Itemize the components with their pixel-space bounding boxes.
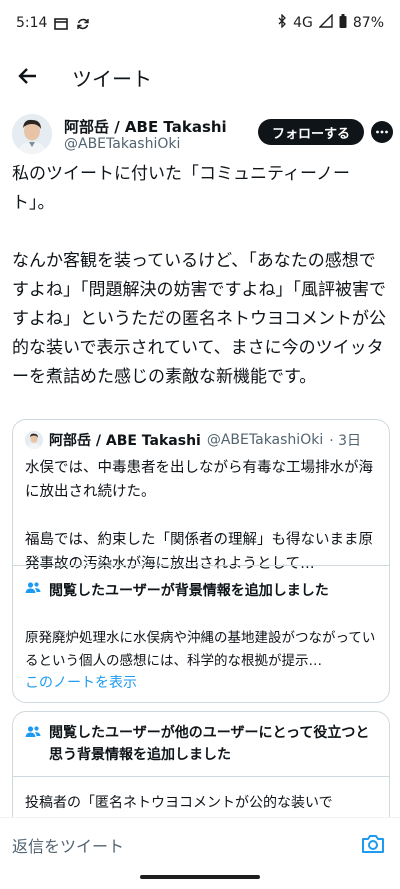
bluetooth-icon — [277, 13, 287, 32]
page-title: ツイート — [72, 67, 152, 91]
reply-bar: 返信をツイート — [0, 817, 400, 870]
system-nav-bar — [0, 869, 400, 889]
show-note-link[interactable]: このノートを表示 — [25, 672, 137, 692]
quoted-time: · 3日 — [329, 433, 362, 449]
network-label: 4G — [293, 15, 313, 31]
quoted-avatar — [25, 431, 43, 449]
author-handle[interactable]: @ABETakashiOki — [64, 136, 180, 152]
battery-icon — [339, 14, 347, 32]
status-time: 5:14 — [16, 15, 48, 31]
community-note-heading-text: 閲覧したユーザーが背景情報を追加しました — [49, 583, 329, 599]
quoted-tweet-header: 阿部岳 / ABE Takashi @ABETakashiOki · 3日 — [25, 430, 361, 450]
people-icon — [25, 724, 41, 766]
community-note[interactable]: 閲覧したユーザーが背景情報を追加しました 原発廃炉処理水に水俣病や沖縄の基地建設… — [13, 565, 389, 702]
home-gesture-handle[interactable] — [140, 875, 260, 879]
quoted-tweet-text: 水俣では、中毒患者を出しながら有毒な工場排水が海に放出され続けた。 福島では、約… — [25, 460, 373, 572]
quoted-author-handle: @ABETakashiOki — [206, 432, 324, 448]
community-note-card-header: 閲覧したユーザーが他のユーザーにとって役立つと思う背景情報を追加しました — [13, 712, 389, 777]
quoted-author-name: 阿部岳 / ABE Takashi — [49, 433, 201, 449]
status-bar: 5:14 4G 87% — [0, 0, 400, 48]
more-icon[interactable] — [370, 120, 394, 144]
gallery-icon — [54, 16, 68, 35]
back-arrow-icon[interactable] — [14, 62, 42, 90]
signal-icon — [318, 13, 333, 32]
sync-icon — [76, 16, 90, 35]
people-icon — [25, 581, 41, 599]
community-note-card-body: 投稿者の「匿名ネトウヨコメントが公的な装いで — [25, 795, 333, 811]
community-note-body: 原発廃炉処理水に水俣病や沖縄の基地建設がつながっているという個人の感想には、科学… — [25, 630, 376, 669]
reply-input[interactable]: 返信をツイート — [12, 833, 124, 857]
tweet-author: 阿部岳 / ABE Takashi @ABETakashiOki フォローする — [12, 114, 393, 160]
community-note-card-heading: 閲覧したユーザーが他のユーザーにとって役立つと思う背景情報を追加しました — [25, 722, 375, 766]
author-name[interactable]: 阿部岳 / ABE Takashi — [64, 116, 227, 137]
battery-level: 87% — [352, 15, 384, 31]
app-bar: ツイート — [0, 48, 400, 104]
tweet-text: 私のツイートに付いた「コミュニティーノート」。 なんか客観を装っているけど、「あ… — [12, 164, 386, 387]
follow-button[interactable]: フォローする — [258, 119, 364, 145]
camera-icon[interactable] — [360, 831, 386, 857]
community-note-heading: 閲覧したユーザーが背景情報を追加しました — [25, 580, 329, 600]
quoted-tweet[interactable]: 阿部岳 / ABE Takashi @ABETakashiOki · 3日 水俣… — [12, 419, 390, 703]
avatar[interactable] — [12, 114, 52, 154]
community-note-card-heading-text: 閲覧したユーザーが他のユーザーにとって役立つと思う背景情報を追加しました — [49, 725, 370, 763]
